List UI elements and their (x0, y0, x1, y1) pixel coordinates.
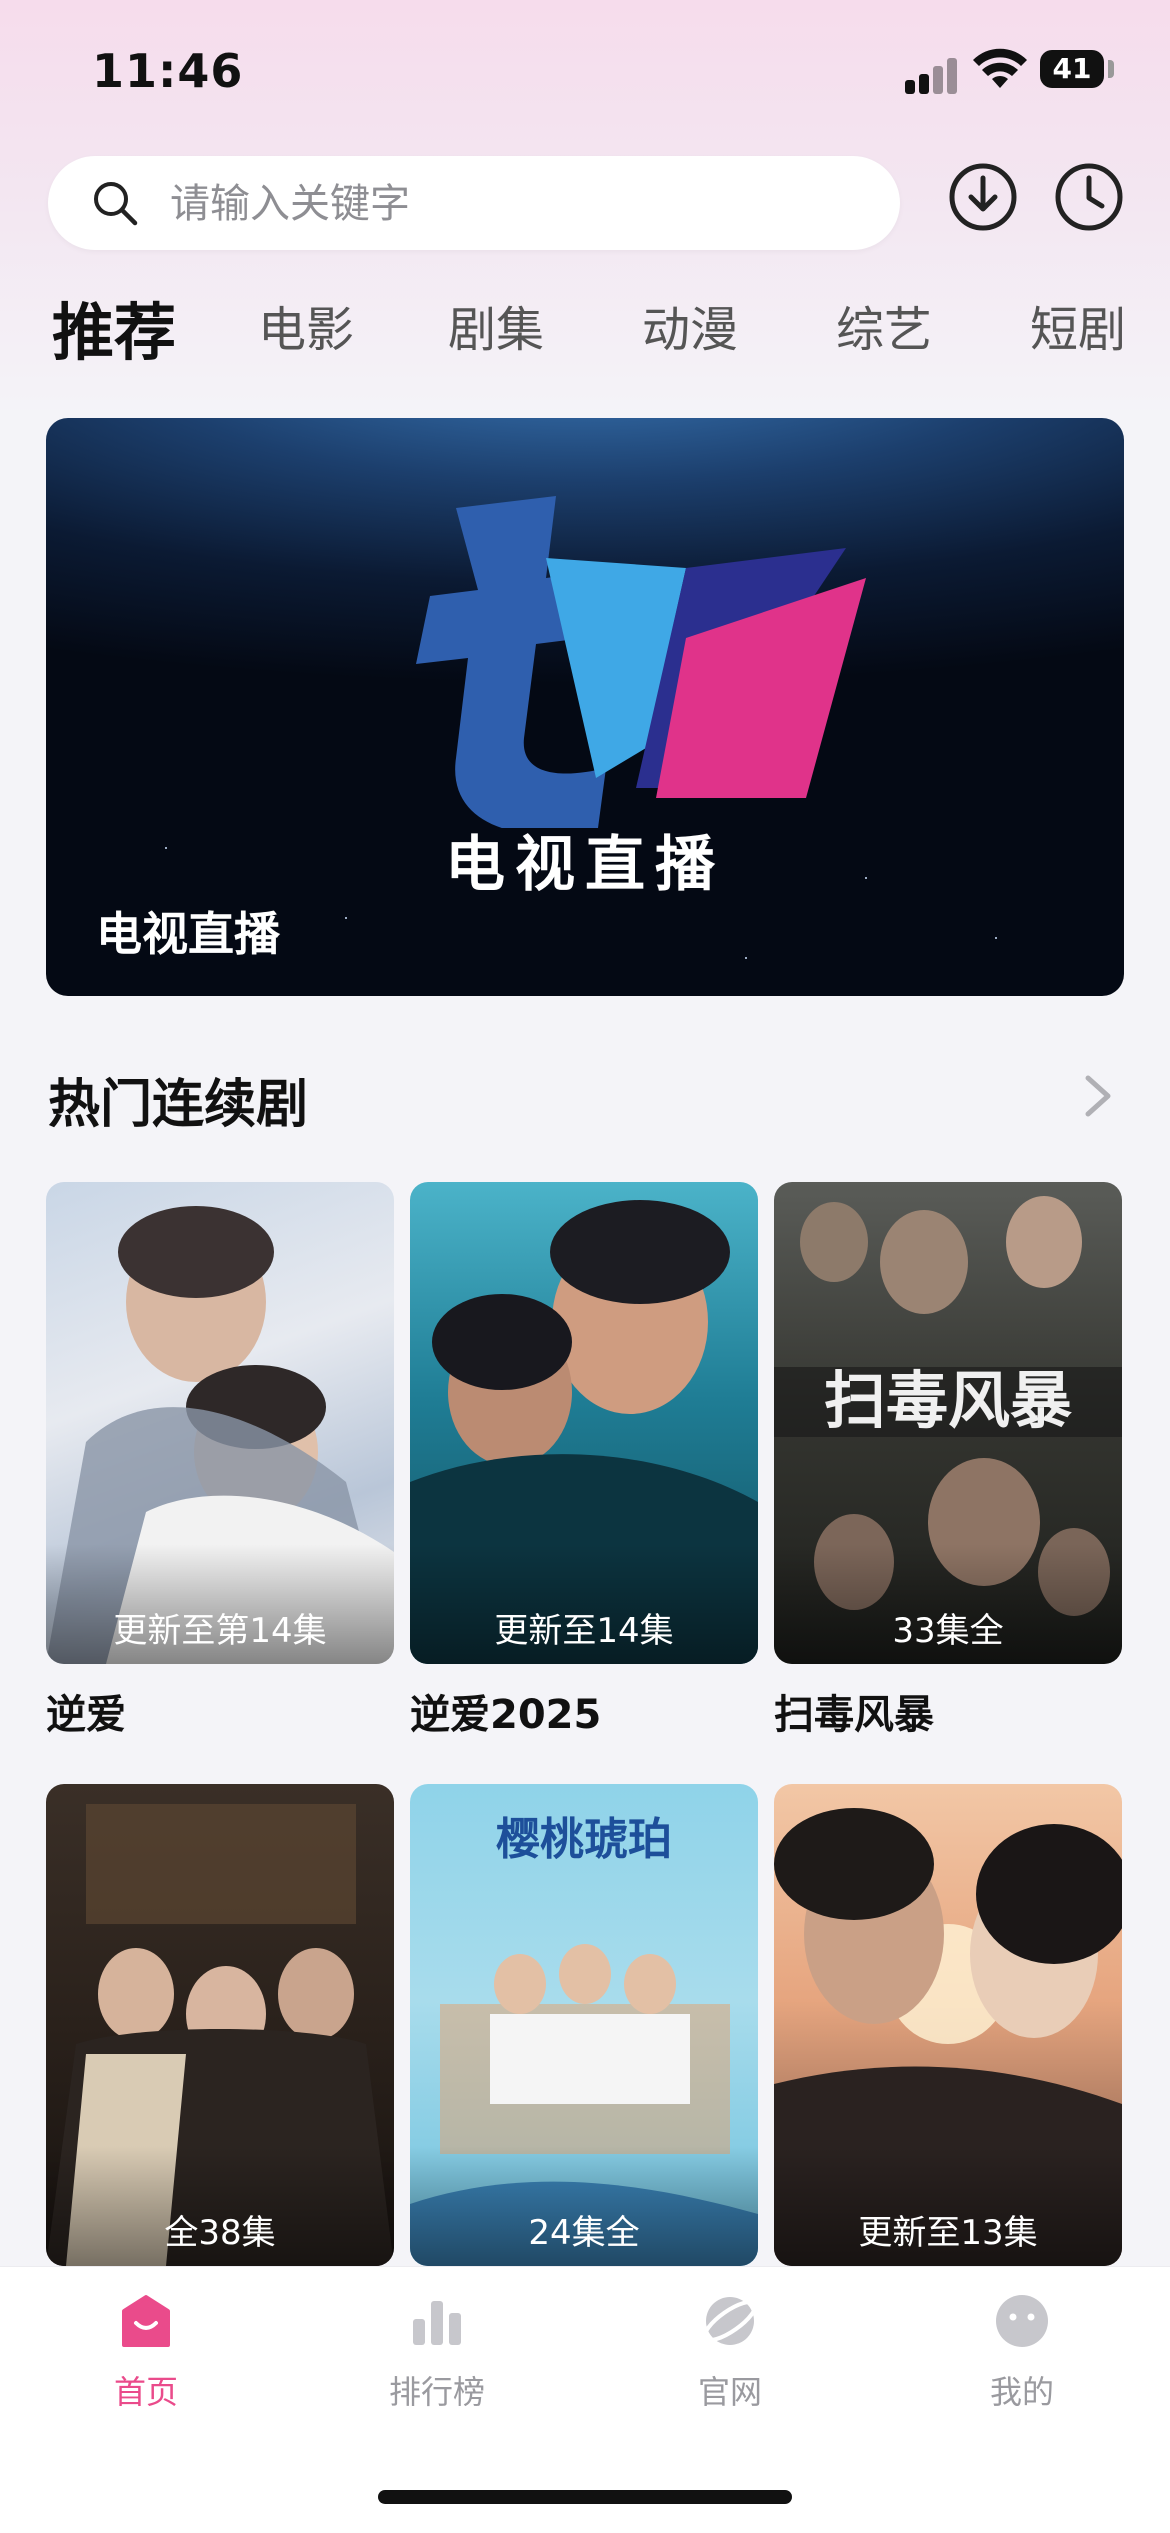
drama-card[interactable]: 更新至14集 逆爱2025 (410, 1182, 758, 1740)
category-tabs: 推荐 电影 剧集 动漫 综艺 短剧 (48, 290, 1148, 380)
episode-badge: 更新至第14集 (113, 1611, 327, 1651)
nav-label: 我的 (989, 2373, 1054, 2411)
poster-image: 扫毒风暴 33集全 (774, 1182, 1122, 1664)
history-icon[interactable] (1052, 160, 1126, 234)
section-title: 热门连续剧 (48, 1075, 309, 1135)
chevron-right-icon[interactable] (1080, 1072, 1116, 1120)
poster-image: 更新至13集 (774, 1784, 1122, 2266)
search-icon (94, 182, 138, 226)
episode-badge: 更新至14集 (494, 1611, 674, 1651)
nav-label: 排行榜 (388, 2373, 485, 2411)
drama-card[interactable]: 更新至13集 (774, 1784, 1122, 2266)
status-time: 11:46 (92, 44, 244, 98)
poster-art (46, 1804, 394, 2266)
status-bar: 11:46 41 (0, 0, 1170, 150)
card-title: 逆爱 (46, 1692, 126, 1738)
home-icon (122, 2295, 170, 2347)
nav-home[interactable]: 首页 (46, 2289, 246, 2413)
poster-art (774, 1808, 1122, 2266)
card-title: 扫毒风暴 (774, 1692, 934, 1738)
tv-logo-icon (416, 496, 866, 828)
episode-badge: 33集全 (892, 1611, 1004, 1651)
poster-image: 更新至第14集 (46, 1182, 394, 1664)
poster-image: 樱桃琥珀 24集全 (410, 1784, 758, 2266)
battery-icon: 41 (1040, 50, 1104, 88)
nav-label: 首页 (113, 2373, 178, 2411)
battery-cap (1108, 60, 1114, 78)
wifi-icon (973, 48, 1027, 88)
search-bar[interactable] (48, 156, 900, 252)
tab-recommend[interactable]: 推荐 (52, 282, 176, 372)
nav-ranking[interactable]: 排行榜 (337, 2289, 537, 2413)
banner-center-title: 电视直播 (445, 830, 725, 900)
ranking-icon (413, 2301, 461, 2345)
poster-art: 扫毒风暴 (774, 1196, 1122, 1616)
poster-art: 樱桃琥珀 (410, 1814, 758, 2266)
tab-short-drama[interactable]: 短剧 (1030, 290, 1126, 360)
tab-anime[interactable]: 动漫 (642, 290, 738, 360)
nav-website[interactable]: 官网 (630, 2289, 830, 2413)
cellular-signal-icon (905, 54, 961, 94)
nav-label: 官网 (697, 2373, 762, 2411)
live-tv-banner[interactable]: 电视直播 电视直播 (46, 418, 1124, 996)
drama-card[interactable]: 扫毒风暴 33集全 扫毒风暴 (774, 1182, 1122, 1740)
website-icon (702, 2297, 758, 2345)
drama-card[interactable]: 更新至第14集 逆爱 (46, 1182, 394, 1740)
drama-card[interactable]: 全38集 (46, 1784, 394, 2266)
poster-art (46, 1206, 394, 1664)
home-indicator[interactable] (378, 2490, 792, 2504)
episode-badge: 更新至13集 (858, 2213, 1038, 2253)
tab-movies[interactable]: 电影 (258, 290, 354, 360)
drama-card[interactable]: 樱桃琥珀 24集全 (410, 1784, 758, 2266)
episode-badge: 全38集 (164, 2213, 276, 2253)
nav-profile[interactable]: 我的 (922, 2289, 1122, 2413)
poster-art (410, 1200, 758, 1664)
card-title: 逆爱2025 (410, 1692, 602, 1738)
episode-badge: 24集全 (528, 2213, 640, 2253)
tab-variety[interactable]: 综艺 (836, 290, 932, 360)
poster-image: 全38集 (46, 1784, 394, 2266)
svg-text:扫毒风暴: 扫毒风暴 (824, 1364, 1072, 1437)
search-input[interactable] (168, 156, 872, 252)
banner-caption: 电视直播 (96, 907, 280, 961)
download-icon[interactable] (946, 160, 1020, 234)
svg-text:樱桃琥珀: 樱桃琥珀 (496, 1814, 672, 1865)
poster-image: 更新至14集 (410, 1182, 758, 1664)
tab-series[interactable]: 剧集 (448, 290, 544, 360)
profile-icon (996, 2295, 1048, 2347)
